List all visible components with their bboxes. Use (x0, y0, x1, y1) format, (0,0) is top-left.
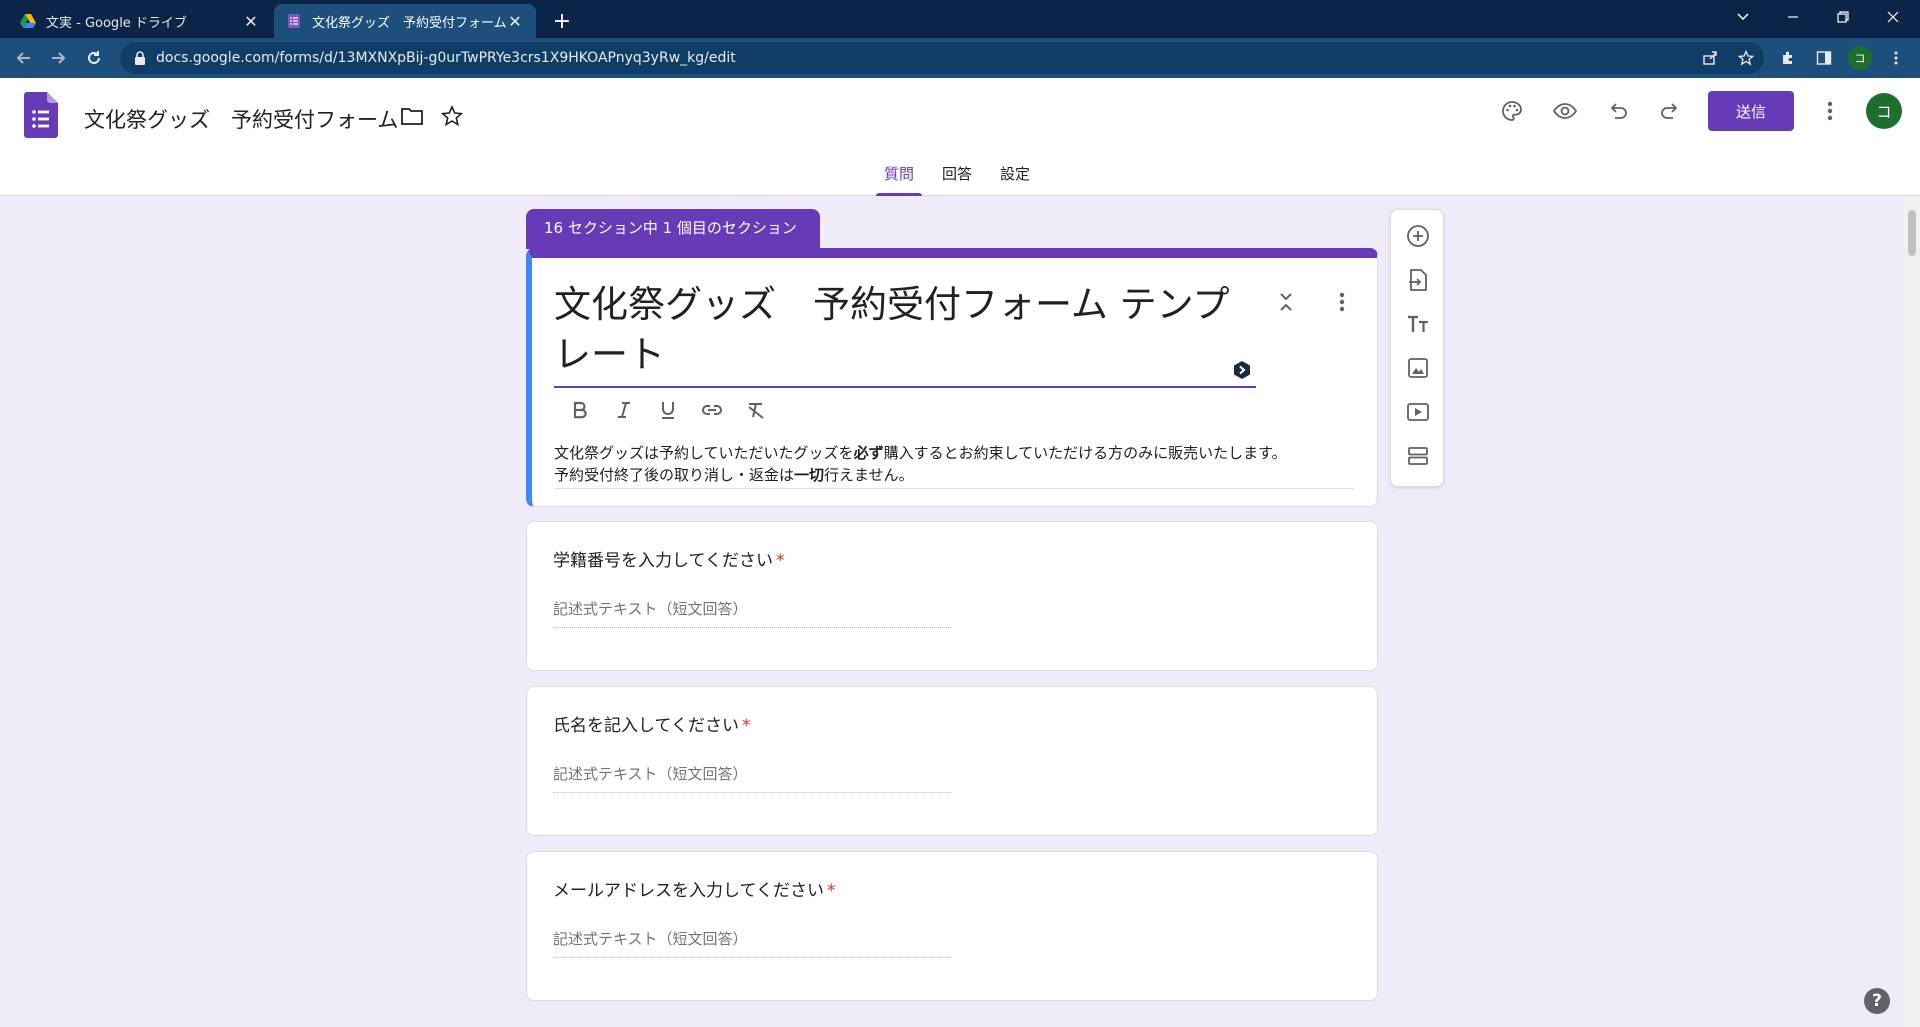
browser-tab-forms[interactable]: 文化祭グッズ 予約受付フォーム - G ✕ (274, 4, 536, 38)
description-line-1: 文化祭グッズは予約していただいたグッズを必ず購入するとお約束していただける方のみ… (554, 442, 1354, 464)
folder-icon[interactable] (394, 98, 430, 134)
tab-settings[interactable]: 設定 (992, 164, 1038, 196)
preview-eye-icon[interactable] (1547, 93, 1583, 129)
desc-text: 文化祭グッズは予約していただいたグッズを (554, 444, 854, 462)
desc-text: 購入するとお約束していただける方のみに販売いたします。 (883, 444, 1287, 462)
google-forms-icon (288, 14, 300, 28)
required-mark: * (775, 551, 785, 571)
form-description[interactable]: 文化祭グッズは予約していただいたグッズを必ず購入するとお約束していただける方のみ… (554, 442, 1354, 489)
import-questions-icon[interactable] (1404, 266, 1432, 294)
url-text: docs.google.com/forms/d/13MXNXpBij-g0urT… (156, 50, 736, 66)
undo-icon[interactable] (1600, 93, 1636, 129)
short-answer-field: 記述式テキスト（短文回答） (553, 763, 951, 793)
bold-icon[interactable] (562, 392, 598, 428)
add-image-icon[interactable] (1404, 354, 1432, 382)
section-menu-icon[interactable] (1328, 288, 1356, 316)
browser-menu-icon[interactable] (1884, 46, 1908, 70)
required-mark: * (741, 716, 751, 736)
google-drive-icon (20, 14, 36, 28)
tab-responses[interactable]: 回答 (934, 164, 980, 196)
description-line-2: 予約受付終了後の取り消し・返金は一切行えません。 (554, 464, 1354, 486)
restore-icon[interactable] (1820, 0, 1866, 34)
tab-questions[interactable]: 質問 (876, 164, 923, 196)
desc-text: 行えません。 (824, 466, 914, 484)
short-answer-field: 記述式テキスト（短文回答） (553, 928, 951, 958)
link-icon[interactable] (694, 392, 730, 428)
side-toolbar (1390, 209, 1444, 487)
close-window-icon[interactable] (1870, 0, 1916, 34)
help-icon[interactable]: ? (1864, 988, 1890, 1014)
desc-bold-text: 一切 (794, 466, 825, 484)
redo-icon[interactable] (1652, 93, 1688, 129)
main-tabs: 質問 回答 設定 (876, 164, 1050, 196)
desc-bold-text: 必ず (853, 444, 884, 462)
section-label: 16 セクション中 1 個目のセクション (526, 209, 820, 249)
reload-icon[interactable] (80, 44, 108, 72)
star-icon[interactable] (434, 98, 470, 134)
send-button[interactable]: 送信 (1708, 91, 1794, 131)
question-card[interactable]: 氏名を記入してください * 記述式テキスト（短文回答） (526, 686, 1378, 836)
share-icon[interactable] (1698, 46, 1722, 70)
question-title: 氏名を記入してください * (553, 711, 750, 736)
add-section-icon[interactable] (1404, 442, 1432, 470)
question-title: 学籍番号を入力してください * (553, 546, 784, 571)
profile-avatar[interactable]: コ (1848, 46, 1872, 70)
browser-tab-drive[interactable]: 文実 - Google ドライブ ✕ (8, 4, 272, 38)
title-underline (554, 386, 1256, 388)
minimize-icon[interactable] (1770, 0, 1816, 34)
google-forms-logo[interactable] (24, 92, 58, 138)
clear-formatting-icon[interactable] (738, 392, 774, 428)
new-tab-button[interactable]: + (548, 7, 576, 35)
forward-icon[interactable] (44, 44, 72, 72)
tab-search-icon[interactable] (1720, 0, 1766, 34)
question-text: メールアドレスを入力してください (553, 881, 824, 901)
form-title-card[interactable]: 文化祭グッズ 予約受付フォーム テンプレート 文化祭グッズは予約していただいたグ… (526, 248, 1378, 507)
lock-icon (135, 51, 145, 65)
question-text: 学籍番号を入力してください (553, 551, 773, 571)
short-answer-field: 記述式テキスト（短文回答） (553, 598, 951, 628)
question-card[interactable]: メールアドレスを入力してください * 記述式テキスト（短文回答） (526, 851, 1378, 1001)
account-avatar[interactable]: コ (1866, 93, 1902, 129)
collapse-section-icon[interactable] (1272, 288, 1300, 316)
desc-text: 予約受付終了後の取り消し・返金は (554, 466, 795, 484)
italic-icon[interactable] (606, 392, 642, 428)
forms-header: 文化祭グッズ 予約受付フォーム 送信 コ 質問 回答 設定 (0, 78, 1920, 196)
scroll-thumb[interactable] (1908, 210, 1916, 256)
more-options-icon[interactable] (1812, 93, 1848, 129)
tab-title: 文化祭グッズ 予約受付フォーム - G (312, 15, 506, 31)
side-panel-icon[interactable] (1812, 46, 1836, 70)
bookmark-star-icon[interactable] (1734, 46, 1758, 70)
browser-tab-strip: 文実 - Google ドライブ ✕ 文化祭グッズ 予約受付フォーム - G ✕… (0, 0, 1920, 38)
add-question-icon[interactable] (1404, 222, 1432, 250)
form-title-input[interactable]: 文化祭グッズ 予約受付フォーム テンプレート (554, 280, 1254, 380)
underline-icon[interactable] (650, 392, 686, 428)
document-title[interactable]: 文化祭グッズ 予約受付フォーム (84, 104, 398, 134)
palette-icon[interactable] (1494, 93, 1530, 129)
extensions-icon[interactable] (1776, 46, 1800, 70)
required-mark: * (826, 881, 836, 901)
address-bar[interactable]: docs.google.com/forms/d/13MXNXpBij-g0urT… (120, 42, 1764, 74)
question-title: メールアドレスを入力してください * (553, 876, 835, 901)
close-tab-icon[interactable]: ✕ (506, 12, 524, 31)
page-scrollbar[interactable] (1904, 196, 1920, 1027)
add-title-icon[interactable] (1404, 310, 1432, 338)
tab-title: 文実 - Google ドライブ (46, 15, 187, 31)
add-video-icon[interactable] (1404, 398, 1432, 426)
question-text: 氏名を記入してください (553, 716, 739, 736)
close-tab-icon[interactable]: ✕ (242, 12, 260, 31)
back-icon[interactable] (10, 44, 38, 72)
extension-badge-icon[interactable] (1232, 360, 1252, 380)
format-toolbar (562, 392, 782, 428)
browser-toolbar: docs.google.com/forms/d/13MXNXpBij-g0urT… (0, 38, 1920, 78)
question-card[interactable]: 学籍番号を入力してください * 記述式テキスト（短文回答） (526, 521, 1378, 671)
